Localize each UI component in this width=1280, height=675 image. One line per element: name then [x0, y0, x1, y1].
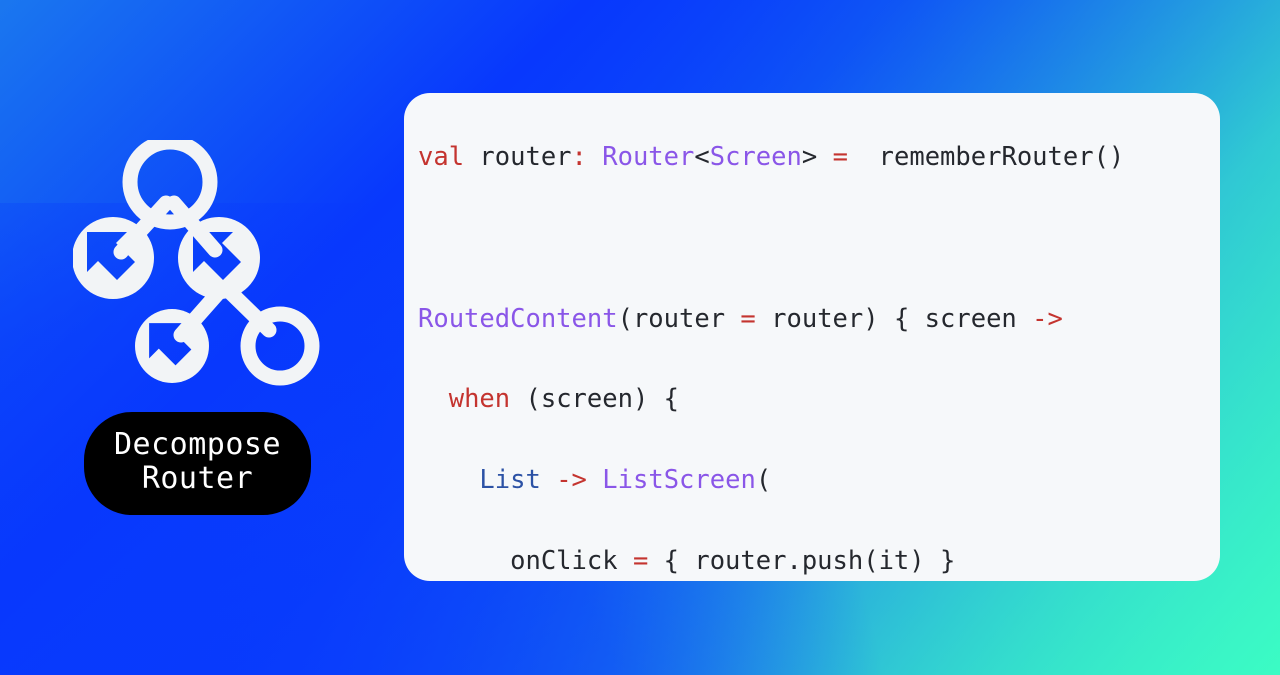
code-token: =	[632, 545, 649, 576]
logo-node-child	[72, 140, 323, 390]
code-token: { router.push(it) }	[648, 545, 956, 576]
code-line: onClick = { router.push(it) }	[418, 541, 1220, 581]
brand-badge: Decompose Router	[83, 412, 312, 516]
brand-badge-line-1: Decompose	[113, 427, 282, 462]
slide-canvas: Decompose Router val router: Router<Scre…	[0, 0, 1280, 675]
code-card: val router: Router<Screen> = rememberRou…	[404, 93, 1220, 581]
code-token: onClick	[418, 545, 633, 576]
code-token: ->	[556, 465, 587, 496]
code-token: RoutedContent	[418, 303, 618, 334]
code-line: RoutedContent(router = router) { screen …	[418, 299, 1220, 339]
brand-block: Decompose Router	[60, 134, 335, 516]
decompose-tree-logo-icon	[72, 134, 323, 390]
code-token: <	[694, 142, 710, 172]
brand-badge-line-2: Router	[141, 461, 254, 497]
code-token: when	[448, 384, 511, 415]
code-line: when (screen) {	[418, 379, 1220, 419]
code-token: (router	[617, 303, 741, 334]
code-token: Screen	[709, 142, 802, 172]
code-token: Router	[602, 142, 695, 172]
code-token: >	[801, 142, 833, 172]
code-token: ListScreen	[602, 465, 756, 496]
code-token: List	[479, 465, 541, 496]
code-token: :	[571, 142, 587, 172]
code-token: rememberRouter()	[847, 142, 1125, 172]
code-line: List -> ListScreen(	[418, 460, 1220, 500]
code-token: (	[755, 465, 772, 496]
code-snippet: val router: Router<Screen> = rememberRou…	[404, 117, 1220, 581]
code-token: val	[418, 142, 465, 172]
code-token: (screen) {	[510, 384, 680, 415]
code-token: router	[464, 142, 572, 172]
code-line: val router: Router<Screen> = rememberRou…	[418, 137, 1220, 177]
code-token: =	[832, 142, 848, 172]
code-token: router) { screen	[755, 303, 1033, 334]
code-token: =	[740, 303, 756, 334]
code-token: ->	[1032, 303, 1063, 334]
